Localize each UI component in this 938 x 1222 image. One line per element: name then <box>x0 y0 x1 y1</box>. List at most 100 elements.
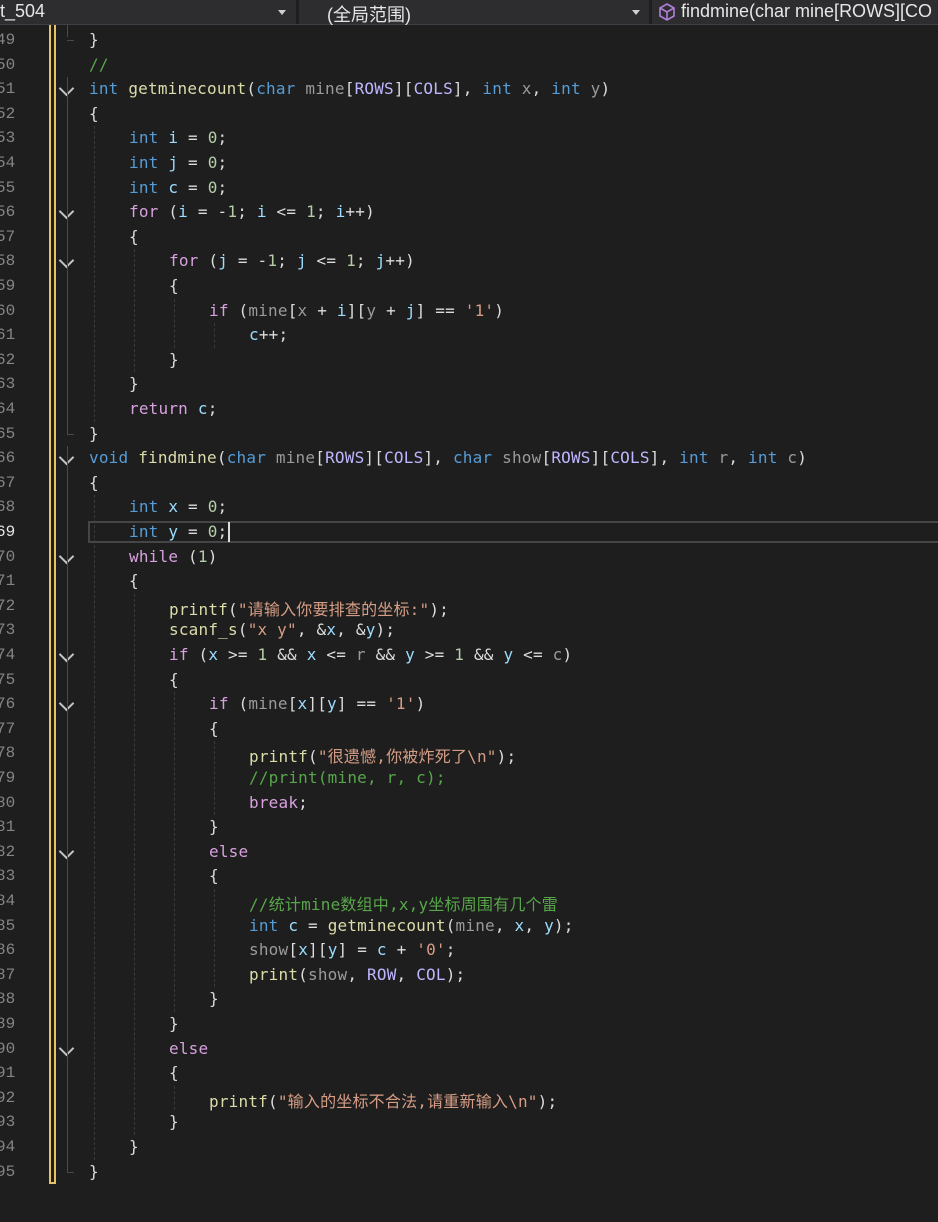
code-text[interactable]: printf("很遗憾,你被炸死了\n"); <box>249 743 516 767</box>
code-text[interactable]: if (mine[x][y] == '1') <box>209 694 425 713</box>
code-line[interactable]: 76 if (mine[x][y] == '1') <box>0 692 938 717</box>
code-line[interactable]: 49} <box>0 28 938 53</box>
code-line[interactable]: 68 int x = 0; <box>0 495 938 520</box>
code-text[interactable]: int x = 0; <box>129 497 227 516</box>
code-text[interactable]: } <box>129 1137 139 1156</box>
code-text[interactable]: if (x >= 1 && x <= r && y >= 1 && y <= c… <box>169 645 572 664</box>
code-text[interactable]: { <box>209 719 219 738</box>
code-text[interactable]: } <box>89 30 99 49</box>
code-line[interactable]: 53 int i = 0; <box>0 126 938 151</box>
code-text[interactable]: { <box>89 104 99 123</box>
code-line[interactable]: 69 int y = 0; <box>0 520 938 545</box>
code-text[interactable]: else <box>209 842 248 861</box>
code-text[interactable]: return c; <box>129 399 218 418</box>
code-text[interactable]: for (i = -1; i <= 1; i++) <box>129 202 375 221</box>
code-line[interactable]: 55 int c = 0; <box>0 176 938 201</box>
code-text[interactable]: { <box>129 571 139 590</box>
code-text[interactable]: int j = 0; <box>129 153 227 172</box>
code-token: = - <box>228 251 268 271</box>
code-text[interactable]: { <box>169 1063 179 1082</box>
code-text[interactable]: } <box>209 989 219 1008</box>
code-text[interactable]: void findmine(char mine[ROWS][COLS], cha… <box>89 448 807 467</box>
code-text[interactable]: } <box>89 1162 99 1181</box>
code-text[interactable]: int c = getminecount(mine, x, y); <box>249 916 574 935</box>
code-text[interactable]: c++; <box>249 325 288 344</box>
scope-dropdown[interactable]: (全局范围) <box>299 0 649 25</box>
code-line[interactable]: 92 printf("输入的坐标不合法,请重新输入\n"); <box>0 1086 938 1111</box>
code-line[interactable]: 67 { <box>0 471 938 496</box>
project-dropdown[interactable]: t_504 <box>0 0 296 24</box>
code-text[interactable]: int i = 0; <box>129 128 227 147</box>
code-text[interactable]: } <box>169 1014 179 1033</box>
code-line[interactable]: 88} <box>0 987 938 1012</box>
code-line[interactable]: 79 //print(mine, r, c); <box>0 766 938 791</box>
code-text[interactable]: break; <box>249 793 308 812</box>
code-line[interactable]: 78 printf("很遗憾,你被炸死了\n"); <box>0 741 938 766</box>
code-line[interactable]: 51 int getminecount(char mine[ROWS][COLS]… <box>0 77 938 102</box>
code-text[interactable]: while (1) <box>129 547 218 566</box>
code-text[interactable]: } <box>209 817 219 836</box>
code-line[interactable]: 64 return c; <box>0 397 938 422</box>
code-line[interactable]: 71 { <box>0 569 938 594</box>
code-text[interactable]: int c = 0; <box>129 178 227 197</box>
code-line[interactable]: 52 { <box>0 102 938 127</box>
code-line[interactable]: 50 // <box>0 53 938 78</box>
code-line[interactable]: 85 int c = getminecount(mine, x, y); <box>0 914 938 939</box>
code-line[interactable]: 83 { <box>0 864 938 889</box>
code-text[interactable]: { <box>209 866 219 885</box>
code-text[interactable]: show[x][y] = c + '0'; <box>249 940 456 959</box>
code-text[interactable]: { <box>169 670 179 689</box>
code-line[interactable]: 95} <box>0 1160 938 1185</box>
code-line[interactable]: 66 void findmine(char mine[ROWS][COLS], c… <box>0 446 938 471</box>
code-line[interactable]: 65} <box>0 422 938 447</box>
code-text[interactable]: int y = 0; <box>129 522 227 541</box>
code-line[interactable]: 94} <box>0 1135 938 1160</box>
code-line[interactable]: 81} <box>0 815 938 840</box>
code-line[interactable]: 70 while (1) <box>0 545 938 570</box>
code-line[interactable]: 75 { <box>0 668 938 693</box>
code-text[interactable]: //统计mine数组中,x,y坐标周围有几个雷 <box>249 891 558 915</box>
code-text[interactable]: printf("输入的坐标不合法,请重新输入\n"); <box>209 1088 557 1112</box>
code-line[interactable]: 73 scanf_s("x y", &x, &y); <box>0 618 938 643</box>
code-line[interactable]: 91 { <box>0 1061 938 1086</box>
code-text[interactable]: int getminecount(char mine[ROWS][COLS], … <box>89 79 610 98</box>
code-line[interactable]: 82 else <box>0 840 938 865</box>
code-line[interactable]: 63} <box>0 372 938 397</box>
code-line[interactable]: 72 printf("请输入你要排查的坐标:"); <box>0 594 938 619</box>
code-text[interactable]: print(show, ROW, COL); <box>249 965 465 984</box>
code-line[interactable]: 89} <box>0 1012 938 1037</box>
code-editor[interactable]: 49} 50//51 int getminecount(char mine[ROWS… <box>0 25 938 1222</box>
code-text[interactable]: { <box>169 276 179 295</box>
code-line[interactable]: 56 for (i = -1; i <= 1; i++) <box>0 200 938 225</box>
code-line[interactable]: 58 for (j = -1; j <= 1; j++) <box>0 249 938 274</box>
code-text[interactable]: { <box>129 227 139 246</box>
member-dropdown[interactable]: findmine(char mine[ROWS][CO <box>652 0 938 24</box>
code-text[interactable]: } <box>169 350 179 369</box>
code-text[interactable]: //print(mine, r, c); <box>249 768 446 787</box>
code-line[interactable]: 57 { <box>0 225 938 250</box>
code-line[interactable]: 87 print(show, ROW, COL); <box>0 963 938 988</box>
code-text[interactable]: } <box>169 1112 179 1131</box>
code-text[interactable]: } <box>89 424 99 443</box>
code-line[interactable]: 62} <box>0 348 938 373</box>
code-line[interactable]: 60 if (mine[x + i][y + j] == '1') <box>0 299 938 324</box>
code-line[interactable]: 77 { <box>0 717 938 742</box>
code-line[interactable]: 80 break; <box>0 791 938 816</box>
code-text[interactable]: scanf_s("x y", &x, &y); <box>169 620 395 639</box>
code-text[interactable]: // <box>89 55 109 74</box>
code-text[interactable]: if (mine[x + i][y + j] == '1') <box>209 301 504 320</box>
code-line[interactable]: 90 else <box>0 1037 938 1062</box>
code-text[interactable]: printf("请输入你要排查的坐标:"); <box>169 596 449 620</box>
code-text[interactable]: } <box>129 374 139 393</box>
code-line[interactable]: 61 c++; <box>0 323 938 348</box>
code-text[interactable]: { <box>89 473 99 492</box>
code-text[interactable]: for (j = -1; j <= 1; j++) <box>169 251 415 270</box>
code-line[interactable]: 84 //统计mine数组中,x,y坐标周围有几个雷 <box>0 889 938 914</box>
code-text[interactable]: else <box>169 1039 208 1058</box>
code-line[interactable]: 59 { <box>0 274 938 299</box>
code-line[interactable]: 86 show[x][y] = c + '0'; <box>0 938 938 963</box>
code-line[interactable]: 93} <box>0 1110 938 1135</box>
code-line[interactable]: 74 if (x >= 1 && x <= r && y >= 1 && y <=… <box>0 643 938 668</box>
code-line[interactable]: 54 int j = 0; <box>0 151 938 176</box>
